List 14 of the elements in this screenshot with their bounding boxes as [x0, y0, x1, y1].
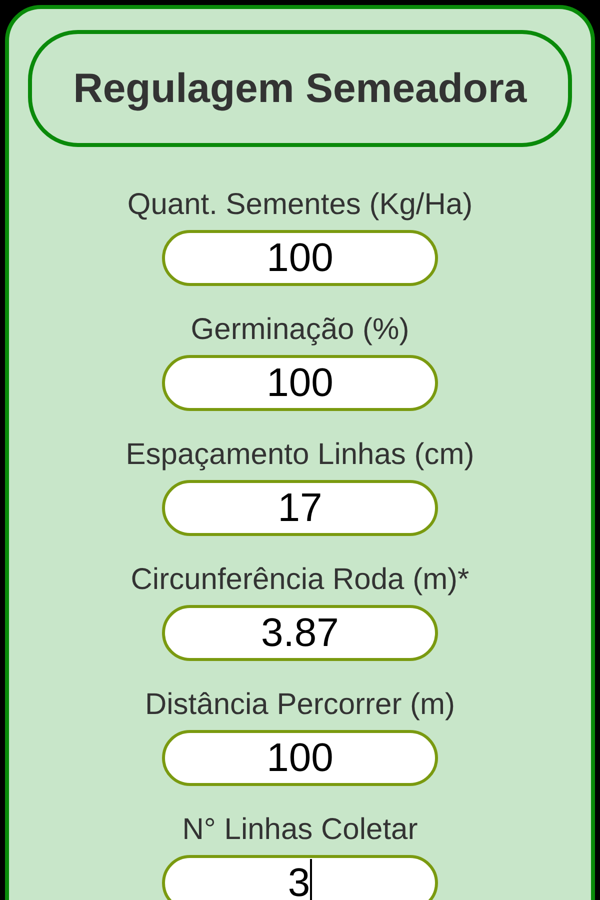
field-label: Distância Percorrer (m) — [144, 688, 456, 722]
number-input-field[interactable]: 100 — [162, 230, 438, 286]
field-label: N° Linhas Coletar — [182, 813, 418, 847]
number-input-field[interactable]: 100 — [162, 730, 438, 786]
field-label: Circunferência Roda (m)* — [130, 563, 470, 597]
field-label: Quant. Sementes (Kg/Ha) — [127, 188, 473, 222]
number-input-field[interactable]: 17 — [162, 480, 438, 536]
screen-title: Regulagem Semeadora — [73, 64, 527, 113]
field-label: Germinação (%) — [190, 313, 410, 347]
number-input-field[interactable]: 3.87 — [162, 605, 438, 661]
text-cursor — [310, 859, 312, 900]
number-input-field[interactable]: 3 — [162, 855, 438, 900]
number-input-field[interactable]: 100 — [162, 355, 438, 411]
field-label: Espaçamento Linhas (cm) — [126, 438, 474, 472]
